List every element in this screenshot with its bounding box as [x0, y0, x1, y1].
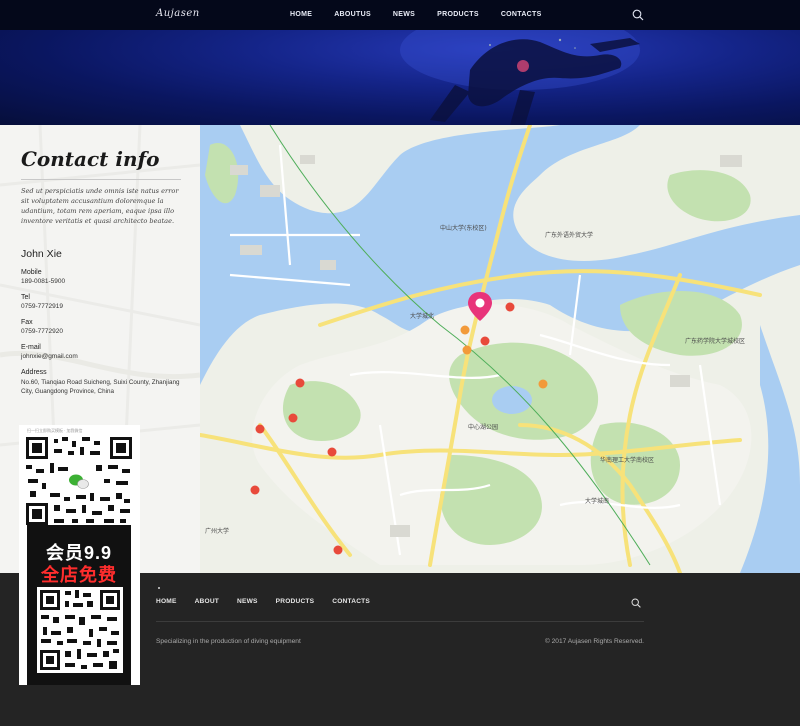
- map-label-central-lake-park: 中心湖公园: [468, 423, 498, 431]
- contact-details: Contact info Sed ut perspiciatis unde om…: [21, 147, 186, 396]
- address-value: No.60, Tianqiao Road Suicheng, Suixi Cou…: [21, 379, 180, 395]
- nav-products[interactable]: PRODUCTS: [437, 11, 479, 18]
- promo-caption: 扫一扫立即购买模板 · 加我微信: [27, 428, 83, 433]
- main-menu: HOME ABOUTUS NEWS PRODUCTS CONTACTS: [290, 11, 564, 18]
- footer-tagline: Specializing in the production of diving…: [156, 638, 301, 645]
- wechat-qr-code: [24, 435, 134, 527]
- footer-nav-news[interactable]: NEWS: [237, 598, 258, 605]
- promo-qr-card[interactable]: 扫一扫立即购买模板 · 加我微信 会员9.9 全店免费: [19, 425, 140, 685]
- nav-aboutus[interactable]: ABOUTUS: [334, 11, 371, 18]
- promo-banner[interactable]: 会员9.9 全店免费: [27, 525, 131, 685]
- map-label-gdufs: 广东外语外贸大学: [545, 231, 593, 239]
- mobile-value: 189-0081-5900: [21, 278, 66, 285]
- map-canvas[interactable]: 中山大学(东校区) 广东外语外贸大学 中心湖公园 华南理工大学南校区 广东药学院…: [200, 125, 800, 573]
- footer-menu: HOME ABOUT NEWS PRODUCTS CONTACTS: [156, 598, 388, 605]
- footer-nav-contacts[interactable]: CONTACTS: [332, 598, 370, 605]
- nav-contacts[interactable]: CONTACTS: [501, 11, 542, 18]
- search-icon[interactable]: [632, 9, 644, 21]
- contact-name: John Xie: [21, 248, 62, 260]
- map-label-scut: 华南理工大学南校区: [600, 456, 654, 464]
- site-logo[interactable]: Aujasen: [156, 8, 200, 19]
- email-label: E-mail: [21, 344, 41, 351]
- footer-search-icon[interactable]: [631, 598, 641, 608]
- footer-dot: [158, 587, 160, 589]
- footer-nav-products[interactable]: PRODUCTS: [276, 598, 315, 605]
- footer-nav-home[interactable]: HOME: [156, 598, 177, 605]
- footer-nav-about[interactable]: ABOUT: [195, 598, 219, 605]
- tel-value: 0759-7772919: [21, 303, 63, 310]
- divider: [21, 179, 181, 180]
- map-label-sysu: 中山大学(东校区): [440, 224, 487, 232]
- fax-value: 0759-7772920: [21, 328, 63, 335]
- page: Aujasen HOME ABOUTUS NEWS PRODUCTS CONTA…: [0, 0, 800, 726]
- hero-banner: [0, 30, 800, 125]
- top-navigation-bar: Aujasen HOME ABOUTUS NEWS PRODUCTS CONTA…: [0, 0, 800, 30]
- diver-illustration: [400, 30, 640, 125]
- footer-divider: [156, 621, 644, 622]
- promo-line-2: 全店免费: [41, 565, 117, 585]
- fax-label: Fax: [21, 319, 33, 326]
- map-label-gdpu: 广东药学院大学城校区: [685, 337, 745, 345]
- map-label-metro-south: 大学城南: [585, 497, 609, 505]
- footer-copyright: © 2017 Aujasen Rights Reserved.: [544, 638, 644, 645]
- promo-qr-code: [37, 587, 123, 673]
- mobile-label: Mobile: [21, 269, 42, 276]
- map-label-metro-north: 大学城北: [410, 312, 434, 320]
- map-label-gzhu: 广州大学: [205, 527, 229, 535]
- tel-label: Tel: [21, 294, 30, 301]
- nav-news[interactable]: NEWS: [393, 11, 415, 18]
- email-value[interactable]: johnxie@gmail.com: [21, 353, 186, 360]
- contact-description: Sed ut perspiciatis unde omnis iste natu…: [21, 187, 179, 225]
- address-label: Address: [21, 369, 47, 376]
- nav-home[interactable]: HOME: [290, 11, 312, 18]
- contact-title: Contact info: [21, 147, 160, 171]
- location-map[interactable]: 中山大学(东校区) 广东外语外贸大学 中心湖公园 华南理工大学南校区 广东药学院…: [200, 125, 800, 573]
